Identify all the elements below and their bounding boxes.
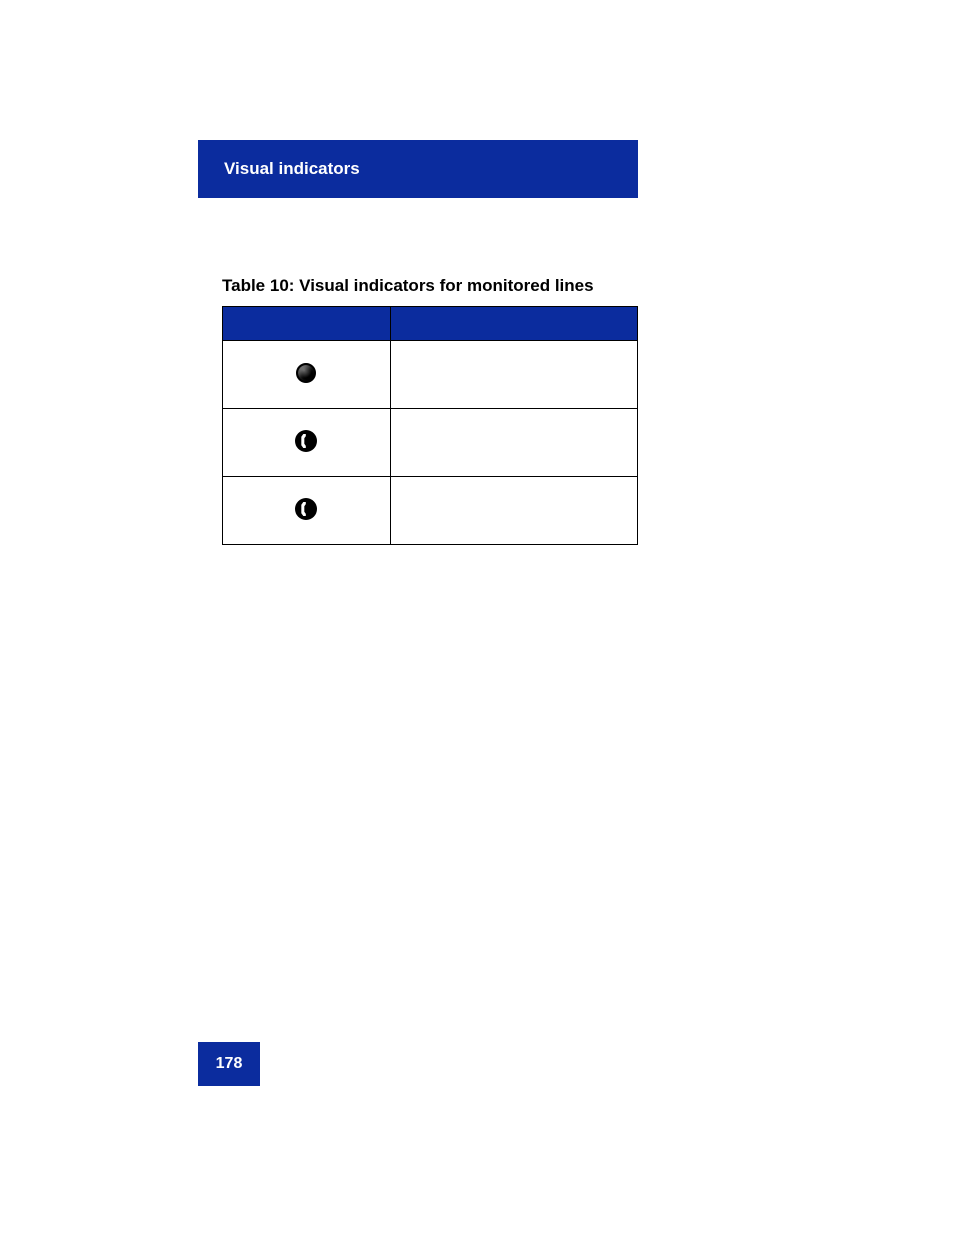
visual-indicators-table xyxy=(222,306,638,545)
page-number-box: 178 xyxy=(198,1042,260,1086)
page-number: 178 xyxy=(216,1055,243,1073)
table-cell-icon xyxy=(223,409,391,477)
section-header-bar: Visual indicators xyxy=(198,140,638,198)
table-row xyxy=(223,409,638,477)
table-cell-desc xyxy=(390,341,637,409)
solid-circle-icon xyxy=(296,363,316,383)
section-header-title: Visual indicators xyxy=(224,159,360,179)
table-row xyxy=(223,341,638,409)
table-header-row xyxy=(223,307,638,341)
table-header-cell xyxy=(390,307,637,341)
phone-circle-icon xyxy=(295,430,317,452)
table-header-cell xyxy=(223,307,391,341)
table-cell-desc xyxy=(390,477,637,545)
phone-circle-icon xyxy=(295,498,317,520)
table-row xyxy=(223,477,638,545)
table-cell-icon xyxy=(223,477,391,545)
table-cell-desc xyxy=(390,409,637,477)
table-caption: Table 10: Visual indicators for monitore… xyxy=(222,276,594,296)
table-cell-icon xyxy=(223,341,391,409)
